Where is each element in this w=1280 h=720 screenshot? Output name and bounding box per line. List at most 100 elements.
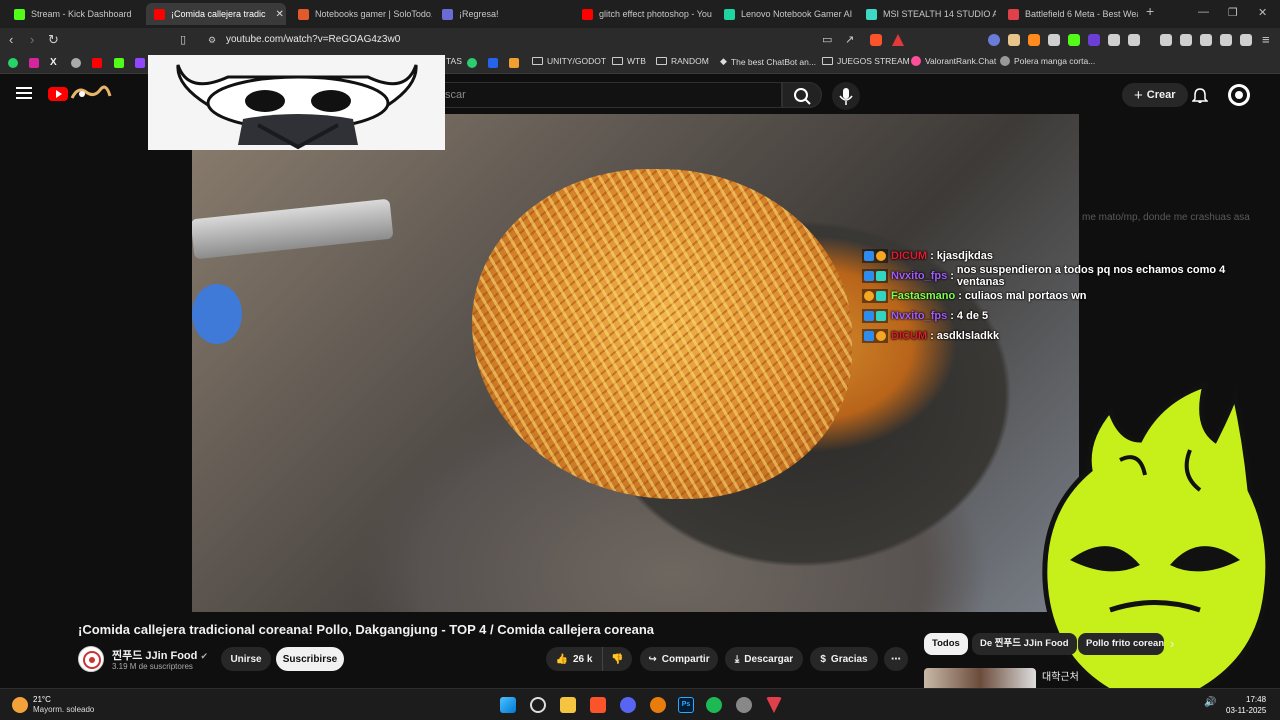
site-info-icon[interactable]: ⚙ <box>208 31 216 49</box>
minimize-icon[interactable]: — <box>1198 6 1209 18</box>
clock-time[interactable]: 17:48 <box>1246 695 1266 704</box>
search-taskbar-icon[interactable] <box>530 697 546 713</box>
behance-icon[interactable] <box>488 58 498 68</box>
youtube-bookmark-icon[interactable] <box>92 58 102 68</box>
tab-lenovo[interactable]: Lenovo Notebook Gamer AI P <box>716 3 854 25</box>
tab-youtube-video[interactable]: ¡Comida callejera tradic ✕ <box>146 3 286 25</box>
media-icon[interactable] <box>1160 34 1172 46</box>
windows-taskbar: 21°C Mayorm. soleado Ps 🔊 17:48 03-11-20… <box>0 688 1280 720</box>
wallet-icon[interactable] <box>1200 34 1212 46</box>
share-icon[interactable]: ↗ <box>845 33 854 46</box>
microphone-icon <box>839 88 853 105</box>
reload-icon[interactable]: ↻ <box>48 32 59 48</box>
bookmark-valorantrank[interactable]: ValorantRank.Chat <box>911 56 996 66</box>
volume-icon[interactable]: 🔊 <box>1204 697 1216 708</box>
valorant-taskbar-icon[interactable] <box>766 697 782 713</box>
search-input[interactable]: scar <box>430 82 782 108</box>
tab-battlefield[interactable]: Battlefield 6 Meta - Best Weap <box>1000 3 1138 25</box>
tab-youtube-glitch[interactable]: glitch effect photoshop - YouT <box>574 3 712 25</box>
thanks-button[interactable]: $ Gracias <box>810 647 878 671</box>
weather-sun-icon[interactable] <box>12 697 28 713</box>
twitch-icon[interactable] <box>135 58 145 68</box>
bookmark-folder-juegos-stream[interactable]: JUEGOS STREAM <box>822 56 910 66</box>
video-player[interactable] <box>192 114 1079 612</box>
notifications-bell-icon[interactable] <box>1192 87 1208 103</box>
bookmark-icon[interactable] <box>467 58 477 68</box>
extension-icon[interactable] <box>1088 34 1100 46</box>
browser-menu-icon[interactable]: ≡ <box>1262 32 1270 47</box>
brave-shield-icon[interactable] <box>870 34 882 46</box>
chat-username: DICUM <box>891 330 928 342</box>
related-video-thumbnail[interactable] <box>924 668 1036 688</box>
leo-ai-icon[interactable] <box>1220 34 1232 46</box>
extension-icon[interactable] <box>988 34 1000 46</box>
more-actions-button[interactable]: ⋯ <box>884 647 908 671</box>
bookmark-folder-wtb[interactable]: WTB <box>612 56 646 66</box>
bookmark-icon[interactable]: ▯ <box>180 33 186 46</box>
apple-icon[interactable] <box>71 58 81 68</box>
like-button[interactable]: 👍 26 k <box>546 647 602 671</box>
youtube-logo[interactable] <box>48 87 68 101</box>
weather-temperature[interactable]: 21°C <box>33 695 51 704</box>
share-button[interactable]: ↪ Compartir <box>640 647 718 671</box>
chip-fried-chicken[interactable]: Pollo frito corean <box>1078 633 1164 655</box>
dislike-button[interactable]: 👎 <box>602 647 632 671</box>
extension-icon[interactable] <box>1008 34 1020 46</box>
bookmark-folder-unity-godot[interactable]: UNITY/GODOT <box>532 56 606 66</box>
channel-name[interactable]: 찐푸드 JJin Food ✔ <box>112 647 208 663</box>
chip-all[interactable]: Todos <box>924 633 968 655</box>
weather-description[interactable]: Mayorm. soleado <box>33 705 94 714</box>
obs-icon[interactable] <box>736 697 752 713</box>
related-video-title[interactable]: 대학근처 <box>1042 668 1079 683</box>
cast-icon[interactable]: ▭ <box>822 33 832 46</box>
blender-icon[interactable] <box>650 697 666 713</box>
chevron-right-icon[interactable]: › <box>1170 636 1174 651</box>
tab-title: Battlefield 6 Meta - Best Weap <box>1025 9 1138 19</box>
forward-icon[interactable]: › <box>30 32 34 47</box>
search-button[interactable] <box>782 82 822 108</box>
channel-avatar[interactable] <box>78 646 104 672</box>
file-explorer-icon[interactable] <box>560 697 576 713</box>
chip-channel[interactable]: De 찐푸드 JJin Food <box>972 633 1077 655</box>
bookmark-icon[interactable] <box>509 58 519 68</box>
bookmark-folder-random[interactable]: RANDOM <box>656 56 709 66</box>
restore-icon[interactable]: ❐ <box>1228 6 1238 19</box>
back-icon[interactable]: ‹ <box>9 32 13 47</box>
whatsapp-icon[interactable] <box>8 58 18 68</box>
subscribe-button[interactable]: Suscribirse <box>276 647 344 671</box>
sidebar-icon[interactable] <box>1180 34 1192 46</box>
extensions-icon[interactable] <box>1108 34 1120 46</box>
voice-search-button[interactable] <box>832 82 860 110</box>
extension-icon[interactable] <box>1068 34 1080 46</box>
spotify-icon[interactable] <box>706 697 722 713</box>
tab-regresa[interactable]: ¡Regresa! <box>434 3 570 25</box>
vpn-icon[interactable] <box>1240 34 1252 46</box>
join-button[interactable]: Unirse <box>221 647 271 671</box>
window-close-icon[interactable]: ✕ <box>1258 6 1267 19</box>
extension-icon[interactable] <box>1128 34 1140 46</box>
discord-icon[interactable] <box>620 697 636 713</box>
windows-start-icon[interactable] <box>500 697 516 713</box>
kick-bookmark-icon[interactable] <box>114 58 124 68</box>
bookmark-tas[interactable]: TAS <box>446 56 462 66</box>
tab-kick-dashboard[interactable]: Stream - Kick Dashboard <box>6 3 142 25</box>
instagram-icon[interactable] <box>29 58 39 68</box>
extension-icon[interactable] <box>1048 34 1060 46</box>
chat-badges <box>862 269 888 283</box>
hamburger-menu-icon[interactable] <box>16 87 32 99</box>
address-bar[interactable]: ⚙ youtube.com/watch?v=ReGOAG4z3w0 <box>200 31 920 49</box>
create-button[interactable]: + Crear <box>1122 83 1188 107</box>
bookmark-chatbot[interactable]: ◆ The best ChatBot an... <box>720 56 816 67</box>
extension-icon[interactable] <box>1028 34 1040 46</box>
download-button[interactable]: ⤓ Descargar <box>725 647 803 671</box>
clock-date[interactable]: 03-11-2025 <box>1226 706 1266 715</box>
tab-msi[interactable]: MSI STEALTH 14 STUDIO A13V <box>858 3 996 25</box>
x-icon[interactable]: X <box>50 57 57 68</box>
brave-browser-icon[interactable] <box>590 697 606 713</box>
new-tab-button[interactable]: + <box>1146 3 1154 19</box>
close-icon[interactable]: ✕ <box>276 9 284 20</box>
account-avatar[interactable] <box>1228 84 1250 106</box>
photoshop-icon[interactable]: Ps <box>678 697 694 713</box>
bookmark-polera[interactable]: Polera manga corta... <box>1000 56 1095 66</box>
tab-solotodo[interactable]: Notebooks gamer | SoloTodo.cl <box>290 3 432 25</box>
